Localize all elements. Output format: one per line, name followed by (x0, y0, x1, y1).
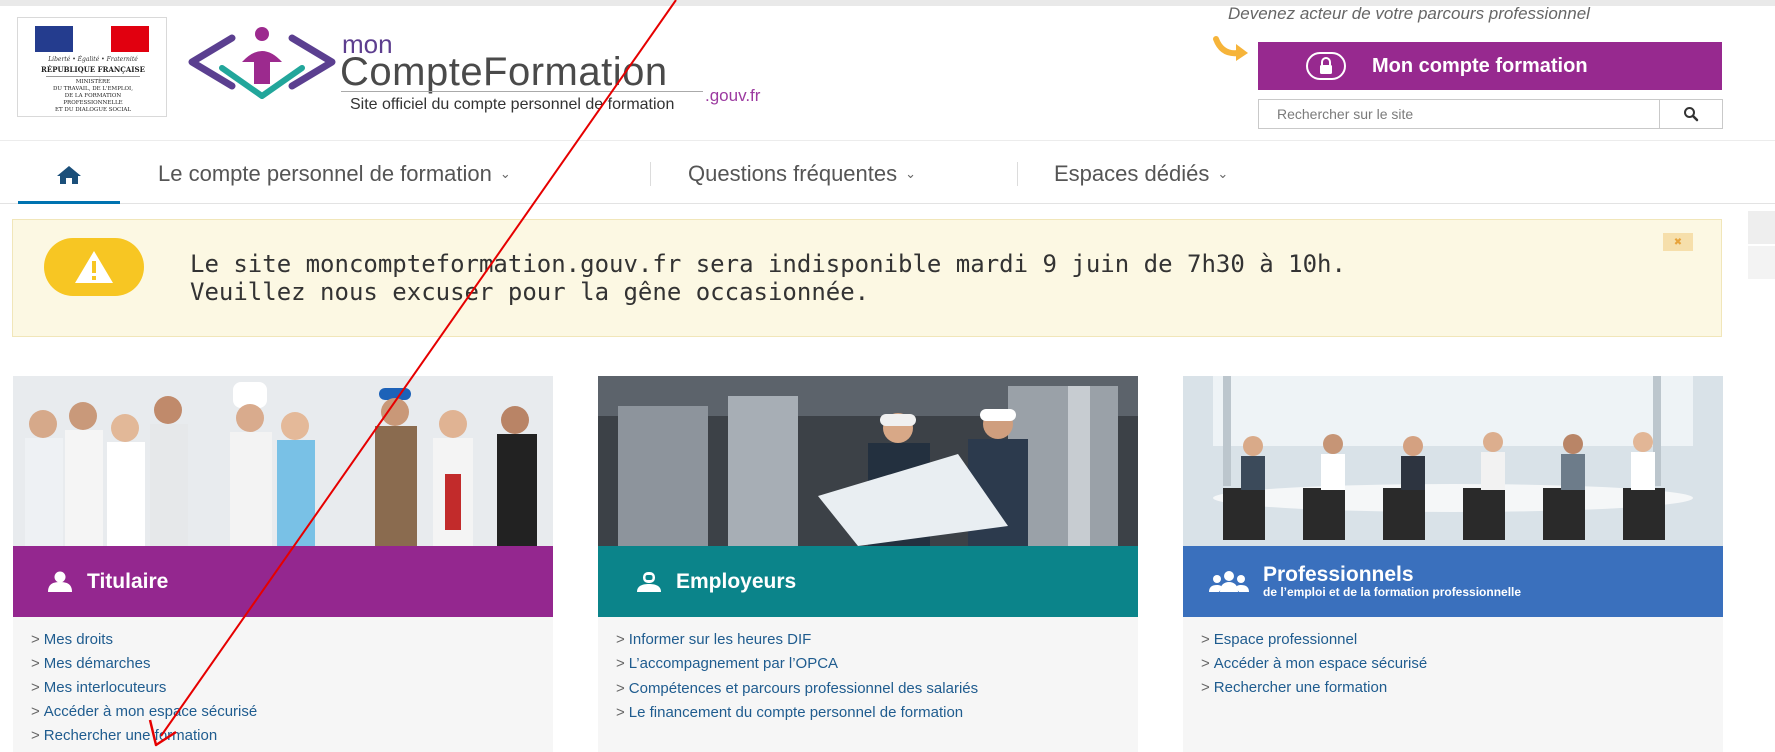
alert-message-line-2: Veuillez nous excuser pour la gêne occas… (190, 278, 870, 306)
logo-underline (341, 91, 703, 92)
compte-formation-logo-icon[interactable] (188, 22, 348, 104)
search-button[interactable] (1659, 100, 1722, 128)
alert-message-line-1: Le site moncompteformation.gouv.fr sera … (190, 250, 1346, 278)
close-alert-button[interactable]: ✖ (1663, 233, 1693, 251)
professionnels-photo (1183, 376, 1723, 546)
professionnels-title: Professionnels de l’emploi et de la form… (1263, 562, 1522, 599)
warning-icon (44, 238, 144, 296)
nav-item-espaces-dedies[interactable]: Espaces dédiés ⌄ (1054, 157, 1228, 191)
my-account-button[interactable]: Mon compte formation (1258, 42, 1722, 90)
nav-top-border (0, 140, 1775, 141)
link-mes-interlocuteurs[interactable]: > Mes interlocuteurs (13, 676, 553, 700)
link-rechercher-formation[interactable]: > Rechercher une formation (1183, 676, 1723, 700)
link-rechercher-formation[interactable]: > Rechercher une formation (13, 724, 553, 748)
link-accompagnement-opca[interactable]: > L’accompagnement par l’OPCA (598, 652, 1138, 676)
nav-separator (650, 162, 651, 186)
republic-motto: Liberté • Égalité • Fraternité (48, 56, 138, 63)
link-financement-cpf[interactable]: > Le financement du compte personnel de f… (598, 701, 1138, 725)
nav-item-compte-personnel[interactable]: Le compte personnel de formation ⌄ (158, 157, 511, 191)
nav-item-questions-frequentes[interactable]: Questions fréquentes ⌄ (688, 157, 916, 191)
link-espace-professionnel[interactable]: > Espace professionnel (1183, 628, 1723, 652)
home-icon (57, 165, 81, 184)
employeurs-photo (598, 376, 1138, 546)
employeurs-links: > Informer sur les heures DIF > L’accompag… (598, 617, 1138, 752)
nav-separator (1017, 162, 1018, 186)
titulaire-title: Titulaire (87, 569, 169, 593)
chevron-down-icon: ⌄ (1217, 166, 1229, 181)
nav-bottom-border (0, 203, 1775, 204)
republique-francaise-logo[interactable]: Liberté • Égalité • Fraternité RÉPUBLIQU… (17, 17, 167, 117)
side-widget-tab[interactable] (1748, 246, 1775, 279)
link-mes-droits[interactable]: > Mes droits (13, 628, 553, 652)
site-search (1258, 99, 1723, 129)
chevron-down-icon: ⌄ (905, 166, 917, 181)
titulaire-photo (13, 376, 553, 546)
search-input[interactable] (1259, 100, 1659, 128)
lock-icon (1306, 52, 1346, 80)
employeurs-header[interactable]: Employeurs (598, 546, 1138, 617)
republic-name: RÉPUBLIQUE FRANÇAISE (41, 65, 145, 74)
user-icon (48, 571, 72, 592)
logo-tagline: Site officiel du compte personnel de for… (350, 96, 675, 113)
titulaire-header[interactable]: Titulaire (13, 546, 553, 617)
link-espace-securise[interactable]: > Accéder à mon espace sécurisé (1183, 652, 1723, 676)
curved-arrow-icon (1213, 36, 1248, 61)
titulaire-links: > Mes droits > Mes démarches > Mes interloc… (13, 617, 553, 752)
close-icon: ✖ (1673, 236, 1683, 248)
slogan: Devenez acteur de votre parcours profess… (1228, 4, 1590, 23)
ministry-name: MINISTÈRE DU TRAVAIL, DE L'EMPLOI, DE LA… (53, 79, 133, 113)
marianne-flag (35, 26, 149, 52)
search-icon (1684, 107, 1699, 122)
side-widget-tab[interactable] (1748, 211, 1775, 244)
link-mes-demarches[interactable]: > Mes démarches (13, 652, 553, 676)
nav-home[interactable] (18, 148, 120, 204)
employer-icon (637, 571, 661, 592)
link-competences-parcours[interactable]: > Compétences et parcours professionnel d… (598, 680, 1056, 697)
professionnels-header[interactable]: Professionnels de l’emploi et de la form… (1183, 546, 1723, 617)
link-espace-securise[interactable]: > Accéder à mon espace sécurisé (13, 700, 553, 724)
link-heures-dif[interactable]: > Informer sur les heures DIF (598, 628, 1138, 652)
group-icon (1209, 570, 1249, 592)
logo-name-text: CompteFormation (340, 50, 668, 94)
logo-domain-text: .gouv.fr (705, 86, 761, 105)
my-account-label: Mon compte formation (1372, 54, 1588, 77)
chevron-down-icon: ⌄ (499, 166, 511, 181)
employeurs-title: Employeurs (676, 569, 797, 593)
professionnels-links: > Espace professionnel > Accéder à mon esp… (1183, 617, 1723, 752)
